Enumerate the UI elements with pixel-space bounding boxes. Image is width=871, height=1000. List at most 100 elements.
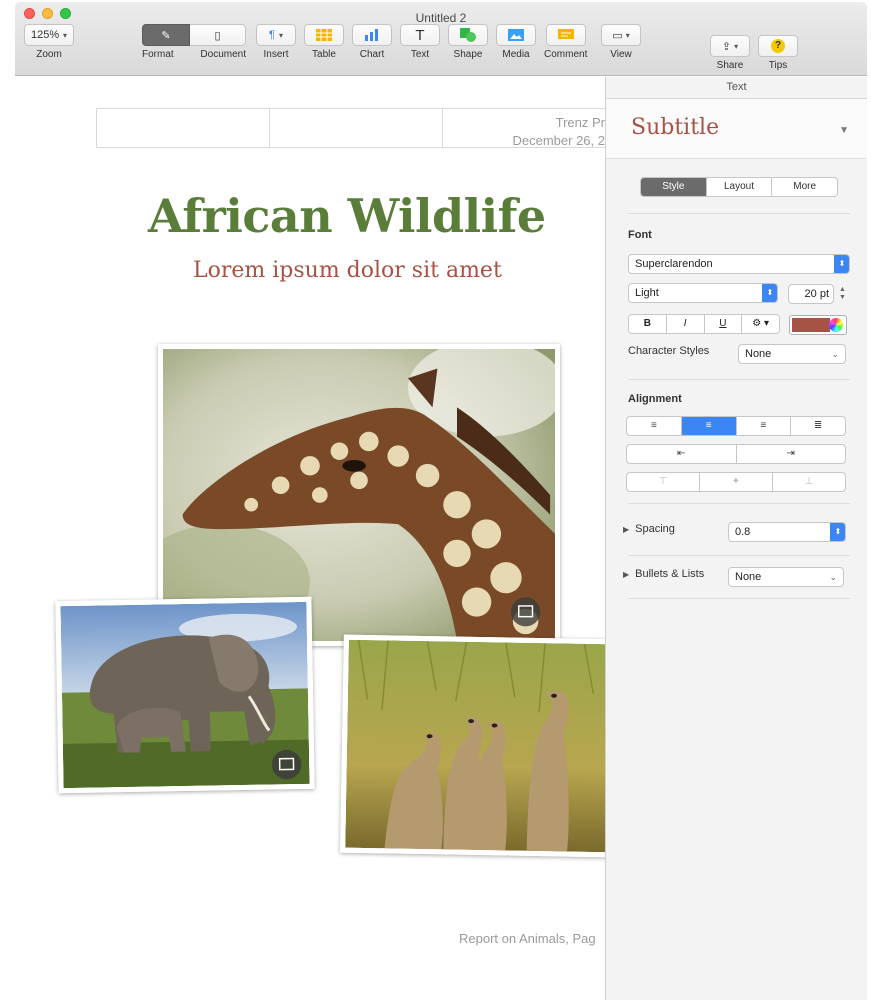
- shape-label: Shape: [453, 49, 483, 60]
- view-control[interactable]: ▭ ▾ View: [601, 24, 641, 60]
- view-button[interactable]: ▭ ▾: [601, 24, 641, 46]
- align-center-button[interactable]: ≡: [681, 417, 737, 435]
- text-control[interactable]: T Text: [400, 24, 440, 60]
- paragraph-style-popup[interactable]: Subtitle ▼: [606, 99, 867, 159]
- document-title[interactable]: African Wildlife: [148, 189, 546, 243]
- align-bottom-button[interactable]: ⊥: [773, 473, 845, 491]
- font-typeface-select[interactable]: Light ⬍: [628, 283, 778, 303]
- insert-control[interactable]: ¶ ▾ Insert: [256, 24, 296, 60]
- tab-style[interactable]: Style: [641, 178, 707, 196]
- chart-button[interactable]: [352, 24, 392, 46]
- text-options-button[interactable]: ⚙ ▾: [742, 315, 779, 333]
- format-document-group: ✎ ▯ Format Document: [142, 24, 246, 60]
- font-family-select[interactable]: Superclarendon ⬍: [628, 254, 850, 274]
- tips-label: Tips: [768, 60, 788, 71]
- header-cell-left[interactable]: [97, 109, 270, 147]
- decrease-indent-button[interactable]: ⇤: [627, 445, 737, 463]
- comment-button[interactable]: [545, 24, 586, 46]
- shape-icon: [460, 28, 476, 42]
- zoom-label: Zoom: [36, 49, 62, 60]
- text-label: Text: [410, 49, 430, 60]
- divider: [628, 598, 850, 599]
- media-button[interactable]: [496, 24, 536, 46]
- page-header[interactable]: Trenz Pr December 26, 2: [96, 108, 605, 148]
- align-right-icon: ≡: [760, 420, 767, 431]
- character-styles-value: None: [745, 348, 772, 360]
- shape-control[interactable]: Shape: [448, 24, 488, 60]
- inspector-tabs: Style Layout More: [640, 177, 838, 197]
- header-cell-right[interactable]: Trenz Pr December 26, 2: [443, 109, 606, 148]
- comment-control[interactable]: Comment: [544, 24, 587, 60]
- share-button[interactable]: ⇪ ▾: [710, 35, 750, 57]
- giraffe-image: [163, 349, 555, 641]
- spacing-value: 0.8: [735, 526, 751, 538]
- table-control[interactable]: Table: [304, 24, 344, 60]
- table-label: Table: [312, 49, 336, 60]
- share-icon: ⇪: [721, 40, 732, 53]
- zoom-control[interactable]: 125% ▾ Zoom: [24, 24, 74, 60]
- color-wheel-icon[interactable]: [829, 318, 843, 332]
- format-button[interactable]: ✎: [142, 24, 190, 46]
- font-size-stepper[interactable]: ▲ ▼: [839, 286, 846, 302]
- text-color-well[interactable]: [789, 315, 847, 335]
- increase-indent-button[interactable]: ⇥: [737, 445, 846, 463]
- bullets-lists-select[interactable]: None ⌄: [728, 567, 844, 587]
- insert-button[interactable]: ¶ ▾: [256, 24, 296, 46]
- table-button[interactable]: [304, 24, 344, 46]
- bullets-lists-disclosure[interactable]: ▶ Bullets & Lists: [623, 568, 704, 580]
- document-canvas[interactable]: Trenz Pr December 26, 2 African Wildlife…: [0, 77, 605, 1000]
- document-subtitle[interactable]: Lorem ipsum dolor sit amet: [193, 258, 502, 283]
- align-top-icon: ⊤: [658, 476, 668, 487]
- meerkat-image: [345, 639, 605, 853]
- media-label: Media: [502, 49, 530, 60]
- document-button[interactable]: ▯: [190, 24, 246, 46]
- tips-button[interactable]: ?: [758, 35, 798, 57]
- format-inspector: Text Subtitle ▼ Style Layout More Font S…: [605, 77, 867, 1000]
- text-button[interactable]: T: [400, 24, 440, 46]
- underline-button[interactable]: U: [705, 315, 743, 333]
- shape-button[interactable]: [448, 24, 488, 46]
- chevron-down-icon: ⌄: [831, 349, 839, 359]
- align-top-button[interactable]: ⊤: [627, 473, 700, 491]
- comment-icon: [557, 28, 574, 39]
- align-left-button[interactable]: ≡: [627, 417, 682, 435]
- align-center-icon: ≡: [705, 420, 712, 431]
- outdent-icon: ⇤: [677, 448, 686, 459]
- elephant-photo[interactable]: [55, 596, 315, 794]
- character-styles-select[interactable]: None ⌄: [738, 344, 846, 364]
- divider: [628, 379, 850, 380]
- align-middle-button[interactable]: ✦: [700, 473, 773, 491]
- align-bottom-icon: ⊥: [804, 476, 814, 487]
- meerkat-photo[interactable]: [340, 634, 605, 858]
- paragraph-icon: ¶: [269, 29, 275, 41]
- align-right-button[interactable]: ≡: [737, 417, 792, 435]
- media-badge-icon: [510, 597, 541, 627]
- tips-control[interactable]: ? Tips: [758, 35, 798, 71]
- chevron-down-icon: ▼: [839, 125, 849, 136]
- horizontal-alignment-buttons: ≡ ≡ ≡ ≣: [626, 416, 846, 436]
- text-icon: T: [415, 26, 425, 44]
- zoom-popup-button[interactable]: 125% ▾: [24, 24, 74, 46]
- italic-button[interactable]: I: [667, 315, 705, 333]
- share-control[interactable]: ⇪ ▾ Share: [710, 35, 750, 71]
- font-size-field[interactable]: 20 pt: [788, 284, 834, 304]
- elephant-image: [60, 601, 310, 789]
- text-color-swatch: [792, 318, 830, 332]
- justify-button[interactable]: ≣: [791, 417, 845, 435]
- page-footer[interactable]: Report on Animals, Pag: [459, 931, 596, 946]
- table-icon: [316, 29, 332, 41]
- media-control[interactable]: Media: [496, 24, 536, 60]
- spacing-select[interactable]: 0.8 ⬍: [728, 522, 846, 542]
- document-icon: ▯: [214, 29, 221, 42]
- character-styles-label: Character Styles: [628, 345, 710, 357]
- tab-more[interactable]: More: [772, 178, 837, 196]
- header-cell-middle[interactable]: [270, 109, 443, 147]
- spacing-disclosure[interactable]: ▶ Spacing: [623, 523, 675, 535]
- tab-layout[interactable]: Layout: [707, 178, 773, 196]
- header-company: Trenz Pr: [555, 115, 605, 130]
- bold-button[interactable]: B: [629, 315, 667, 333]
- inspector-header: Text: [606, 77, 867, 99]
- chart-control[interactable]: Chart: [352, 24, 392, 60]
- format-label: Format: [142, 49, 174, 60]
- bullets-lists-label: Bullets & Lists: [635, 568, 705, 580]
